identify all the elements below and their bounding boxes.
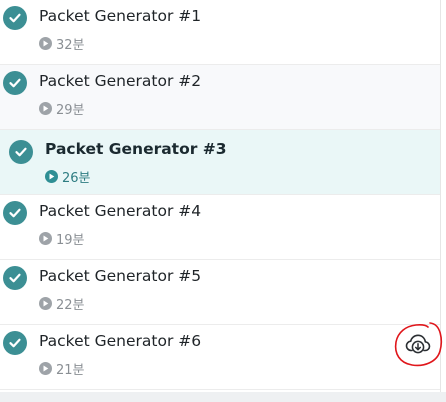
check-circle-icon xyxy=(3,201,27,225)
duration-text: 21분 xyxy=(56,363,85,378)
duration-text: 32분 xyxy=(56,38,85,53)
check-circle-icon xyxy=(3,331,27,355)
play-circle-icon xyxy=(39,232,52,245)
lecture-title: Packet Generator #4 xyxy=(39,202,202,220)
play-circle-icon xyxy=(39,102,52,115)
lecture-title: Packet Generator #1 xyxy=(39,7,202,25)
lecture-duration: 22분 xyxy=(39,294,85,313)
check-circle-icon xyxy=(9,140,33,164)
lecture-title: Packet Generator #2 xyxy=(39,72,202,90)
duration-text: 26분 xyxy=(62,171,91,186)
duration-text: 29분 xyxy=(56,103,85,118)
lecture-duration: 32분 xyxy=(39,34,85,53)
check-circle-icon xyxy=(3,71,27,95)
play-circle-icon xyxy=(39,362,52,375)
lecture-title: Packet Generator #6 xyxy=(39,332,202,350)
lecture-duration: 19분 xyxy=(39,229,85,248)
list-footer-strip xyxy=(0,392,446,402)
lecture-duration: 21분 xyxy=(39,359,85,378)
download-button[interactable] xyxy=(392,320,444,368)
lecture-item[interactable]: Packet Generator #2 29분 xyxy=(0,65,440,130)
play-circle-icon xyxy=(39,37,52,50)
lecture-item-active[interactable]: Packet Generator #3 26분 xyxy=(0,130,440,195)
lecture-duration: 26분 xyxy=(45,167,91,186)
duration-text: 19분 xyxy=(56,233,85,248)
lecture-item[interactable]: Packet Generator #4 19분 xyxy=(0,195,440,260)
check-circle-icon xyxy=(3,6,27,30)
play-circle-icon xyxy=(39,297,52,310)
annotation-circle xyxy=(394,322,443,367)
lecture-item[interactable]: Packet Generator #6 21분 xyxy=(0,325,440,390)
check-circle-icon xyxy=(3,266,27,290)
duration-text: 22분 xyxy=(56,298,85,313)
lecture-list: Packet Generator #1 32분 Packet Generator… xyxy=(0,0,440,390)
lecture-item[interactable]: Packet Generator #1 32분 xyxy=(0,0,440,65)
lecture-item[interactable]: Packet Generator #5 22분 xyxy=(0,260,440,325)
lecture-title: Packet Generator #3 xyxy=(45,140,227,158)
lecture-duration: 29분 xyxy=(39,99,85,118)
play-circle-icon xyxy=(45,170,58,183)
lecture-title: Packet Generator #5 xyxy=(39,267,202,285)
